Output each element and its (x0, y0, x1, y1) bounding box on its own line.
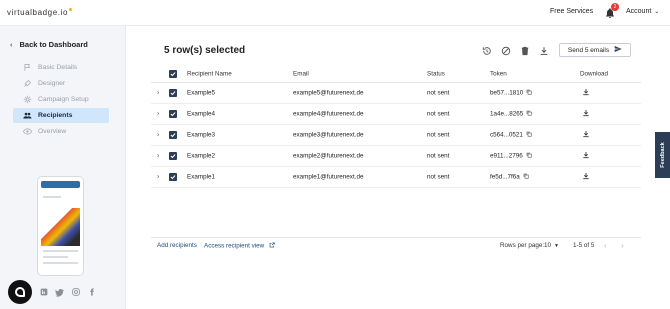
next-page-button[interactable]: › (621, 241, 624, 250)
download-icon[interactable] (582, 130, 590, 140)
previous-page-button[interactable]: ‹ (604, 241, 607, 250)
column-header-token[interactable]: Token (490, 70, 507, 77)
expand-icon[interactable]: › (157, 90, 159, 97)
row-checkbox[interactable] (169, 131, 177, 139)
gear-icon (23, 95, 32, 104)
feedback-tab[interactable]: Feedback (655, 132, 670, 178)
recipient-name: Example4 (187, 110, 216, 118)
sidebar-item-recipients[interactable]: Recipients (13, 108, 109, 123)
row-checkbox[interactable] (169, 173, 177, 181)
status-text: not sent (427, 173, 450, 181)
back-to-dashboard-link[interactable]: ‹ Back to Dashboard (10, 40, 88, 49)
token-cell: fe5d...7f6a (490, 173, 529, 181)
status-text: not sent (427, 131, 450, 139)
table-row[interactable]: › Example5 example5@futurenext.de not se… (151, 83, 641, 104)
certificate-preview (37, 176, 84, 276)
sidebar: ‹ Back to Dashboard Basic Details Designe… (0, 26, 126, 309)
token-cell: c564...0521 (490, 131, 532, 139)
recipient-email: example3@futurenext.de (293, 131, 364, 139)
recipients-table: Recipient Name Email Status Token Downlo… (151, 65, 641, 188)
instagram-icon[interactable] (71, 288, 80, 297)
add-recipients-link[interactable]: Add recipients (157, 242, 197, 249)
recipient-email: example4@futurenext.de (293, 110, 364, 118)
access-recipient-view-link[interactable]: Access recipient view (204, 242, 275, 250)
token-cell: be57...1810 (490, 89, 532, 97)
row-checkbox[interactable] (169, 152, 177, 160)
expand-icon[interactable]: › (157, 111, 159, 118)
status-text: not sent (427, 89, 450, 97)
page-title: 5 row(s) selected (164, 45, 246, 56)
column-header-download[interactable]: Download (580, 70, 608, 77)
table-row[interactable]: › Example1 example1@futurenext.de not se… (151, 167, 641, 188)
linkedin-icon[interactable] (39, 288, 48, 297)
recipient-name: Example3 (187, 131, 216, 139)
copy-icon[interactable] (526, 152, 532, 160)
status-text: not sent (427, 152, 450, 160)
table-row[interactable]: › Example4 example4@futurenext.de not se… (151, 104, 641, 125)
block-icon[interactable] (500, 45, 511, 56)
recipient-email: example2@futurenext.de (293, 152, 364, 160)
copy-icon[interactable] (526, 131, 532, 139)
facebook-icon[interactable] (87, 288, 96, 297)
brush-icon (23, 79, 32, 88)
download-icon[interactable] (582, 151, 590, 161)
eye-icon (23, 127, 32, 136)
download-icon[interactable] (582, 109, 590, 119)
token-cell: e911...2796 (490, 152, 532, 160)
sidebar-item-campaign-setup[interactable]: Campaign Setup (13, 92, 109, 107)
row-checkbox[interactable] (169, 110, 177, 118)
delete-icon[interactable] (519, 45, 530, 56)
chat-icon[interactable] (8, 280, 32, 304)
download-icon[interactable] (582, 172, 590, 182)
expand-icon[interactable]: › (157, 174, 159, 181)
certificate-image (41, 208, 80, 246)
people-icon (23, 111, 32, 120)
flag-icon (23, 63, 32, 72)
token-cell: 1a4e...8265 (490, 110, 532, 118)
caret-down-icon: ▼ (554, 243, 559, 249)
copy-icon[interactable] (526, 89, 532, 97)
recipient-name: Example2 (187, 152, 216, 160)
free-services-link[interactable]: Free Services (550, 8, 593, 15)
column-header-status[interactable]: Status (427, 70, 445, 77)
social-links (8, 280, 96, 304)
notification-badge: 2 (611, 3, 619, 11)
expand-icon[interactable]: › (157, 153, 159, 160)
send-icon (614, 45, 622, 55)
history-icon[interactable] (481, 45, 492, 56)
download-icon[interactable] (582, 88, 590, 98)
twitter-icon[interactable] (55, 288, 64, 297)
rows-per-page-label: Rows per page: (500, 242, 545, 249)
logo[interactable]: virtualbadge.io (7, 8, 73, 17)
column-header-email[interactable]: Email (293, 70, 309, 77)
copy-icon[interactable] (526, 110, 532, 118)
recipient-email: example1@futurenext.de (293, 173, 364, 181)
sidebar-item-basic-details[interactable]: Basic Details (13, 60, 109, 75)
download-all-icon[interactable] (538, 45, 549, 56)
copy-icon[interactable] (523, 173, 529, 181)
sidebar-item-designer[interactable]: Designer (13, 76, 109, 91)
select-all-checkbox[interactable] (169, 69, 177, 78)
open-in-new-icon (269, 242, 275, 250)
chevron-down-icon: ⌄ (654, 9, 660, 15)
rows-per-page-select[interactable]: 10 ▼ (544, 242, 559, 249)
table-header: Recipient Name Email Status Token Downlo… (151, 65, 641, 83)
recipient-name: Example1 (187, 173, 216, 181)
chevron-left-icon: ‹ (10, 40, 13, 49)
table-footer-divider (151, 237, 641, 238)
expand-icon[interactable]: › (157, 132, 159, 139)
status-text: not sent (427, 110, 450, 118)
table-row[interactable]: › Example2 example2@futurenext.de not se… (151, 146, 641, 167)
top-header: virtualbadge.io Free Services 2 Account ⌄ (0, 0, 670, 26)
row-checkbox[interactable] (169, 89, 177, 97)
recipient-email: example5@futurenext.de (293, 89, 364, 97)
column-header-name[interactable]: Recipient Name (187, 70, 232, 77)
account-menu[interactable]: Account ⌄ (626, 8, 659, 15)
recipient-name: Example5 (187, 89, 216, 97)
send-emails-button[interactable]: Send 5 emails (559, 43, 631, 57)
sidebar-item-overview[interactable]: Overview (13, 124, 109, 139)
table-row[interactable]: › Example3 example3@futurenext.de not se… (151, 125, 641, 146)
pagination-range: 1-5 of 5 (573, 242, 595, 249)
